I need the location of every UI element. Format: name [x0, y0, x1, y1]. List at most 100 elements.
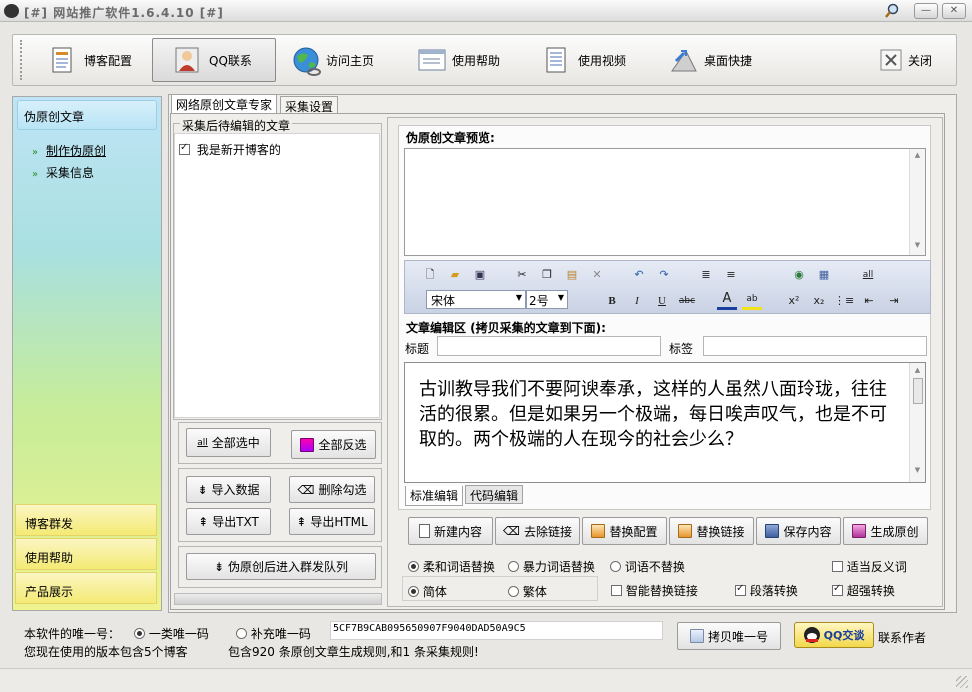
remove-links-button[interactable]: ⌫ 去除链接 [495, 517, 580, 545]
font-select-value: 宋体 [431, 294, 456, 308]
subscript-icon[interactable]: x₂ [809, 292, 829, 310]
justify-icon[interactable]: ≣ [696, 266, 716, 284]
italic-icon[interactable]: I [627, 292, 647, 310]
tags-input[interactable] [703, 336, 927, 356]
save-content-button[interactable]: 保存内容 [756, 517, 841, 545]
paragraph-checkbox[interactable]: 段落转换 [735, 582, 798, 599]
numbered-list-icon[interactable]: ⋮≡ [834, 292, 854, 310]
globe-icon [292, 47, 321, 76]
align-left-icon[interactable]: ≡ [721, 266, 741, 284]
export-txt-button[interactable]: ⇞ 导出TXT [186, 508, 271, 535]
save-icon[interactable]: ▣ [470, 266, 490, 284]
copy-unique-button[interactable]: 拷贝唯一号 [677, 622, 781, 650]
article-checkbox[interactable] [179, 142, 190, 155]
button-label: 导入数据 [211, 483, 260, 497]
toolbar-blog-config-button[interactable]: 博客配置 [42, 38, 144, 82]
no-replace-radio[interactable]: 词语不替换 [610, 558, 685, 575]
size-select[interactable]: 2号 ▼ [526, 290, 568, 309]
button-label: 生成原创 [870, 524, 919, 539]
antonym-checkbox[interactable]: 适当反义词 [832, 558, 907, 575]
copy-icon[interactable]: ❐ [537, 266, 557, 284]
editor-scrollbar[interactable]: ▲ ▼ [909, 363, 925, 482]
title-input[interactable] [437, 336, 661, 356]
toolbar-help-button[interactable]: 使用帮助 [410, 38, 522, 82]
horizontal-scrollbar[interactable] [174, 593, 382, 605]
primary-code-radio[interactable]: 一类唯一码 [134, 625, 209, 642]
tab-code-edit[interactable]: 代码编辑 [465, 485, 524, 504]
article-editor[interactable]: 古训教导我们不要阿谀奉承，这样的人虽然八面玲珑，往往活的很累。但是如果另一个极端… [404, 362, 926, 483]
invert-selection-button[interactable]: 全部反选 [291, 430, 376, 459]
supplement-code-radio[interactable]: 补充唯一码 [236, 625, 311, 642]
radio-indicator [408, 561, 419, 572]
soft-replace-radio[interactable]: 柔和词语替换 [408, 558, 495, 575]
highlight-icon[interactable]: ab [742, 292, 762, 310]
simplified-radio[interactable]: 简体 [408, 583, 447, 600]
sidebar-item-label: 采集信息 [45, 166, 94, 180]
version-info: 您现在使用的版本包含5个博客 [24, 645, 188, 659]
font-color-icon[interactable]: A [717, 292, 737, 310]
button-label: 去除链接 [523, 524, 572, 539]
replace-config-button[interactable]: 替换配置 [582, 517, 667, 545]
redo-icon[interactable]: ↷ [654, 266, 674, 284]
shortcut-icon [670, 47, 697, 73]
toolbar-close-button[interactable]: 关闭 [872, 38, 944, 82]
export-html-button[interactable]: ⇞ 导出HTML [289, 508, 375, 535]
outdent-icon[interactable]: ⇤ [859, 292, 879, 310]
table-icon[interactable]: ▦ [814, 266, 834, 284]
select-all-button[interactable]: all 全部选中 [186, 428, 271, 457]
list-item[interactable]: 我是新开博客的 [179, 141, 281, 158]
import-data-button[interactable]: ⇟ 导入数据 [186, 476, 271, 503]
preview-scrollbar[interactable]: ▲ ▼ [909, 149, 925, 255]
toolbar-visit-homepage-button[interactable]: 访问主页 [284, 38, 396, 82]
unique-code-field[interactable]: 5CF7B9CAB095650907F9040DAD50A9C5 [330, 621, 663, 640]
tab-standard-edit[interactable]: 标准编辑 [405, 486, 464, 506]
indent-icon[interactable]: ⇥ [884, 292, 904, 310]
font-select[interactable]: 宋体 ▼ [426, 290, 526, 309]
new-file-icon[interactable]: 🗋 [420, 266, 440, 284]
bold-icon[interactable]: B [602, 292, 622, 310]
search-icon[interactable] [884, 3, 900, 19]
tab-article-expert[interactable]: 网络原创文章专家 [171, 94, 278, 113]
new-content-button[interactable]: 新建内容 [408, 517, 493, 545]
article-list[interactable] [174, 133, 380, 418]
superscript-icon[interactable]: x² [784, 292, 804, 310]
select-all-icon[interactable]: all [858, 266, 878, 284]
super-convert-checkbox[interactable]: 超强转换 [832, 582, 895, 599]
radio-indicator [134, 628, 145, 639]
traditional-radio[interactable]: 繁体 [508, 583, 547, 600]
undo-icon[interactable]: ↶ [629, 266, 649, 284]
resize-grip-icon[interactable] [956, 676, 968, 688]
replace-links-button[interactable]: 替换链接 [669, 517, 754, 545]
option-label: 简体 [422, 585, 447, 599]
link-icon[interactable]: ◉ [789, 266, 809, 284]
sidebar-item-make-pseudo-original[interactable]: » 制作伪原创 [32, 142, 106, 159]
cut-icon[interactable]: ✂ [512, 266, 532, 284]
tab-collect-settings[interactable]: 采集设置 [280, 96, 339, 114]
option-label: 一类唯一码 [148, 627, 209, 641]
sidebar-item-collect-info[interactable]: » 采集信息 [32, 164, 94, 181]
minimize-button[interactable]: — [914, 3, 938, 19]
violent-replace-radio[interactable]: 暴力词语替换 [508, 558, 595, 575]
generate-original-button[interactable]: 生成原创 [843, 517, 928, 545]
qq-chat-button[interactable]: QQ交谈 [794, 622, 874, 648]
delete-checked-button[interactable]: ⌫ 删除勾选 [289, 476, 375, 503]
toolbar-qq-contact-button[interactable]: QQ联系 [152, 38, 276, 82]
window-title: [#] 网站推广软件1.6.4.10 [#] [24, 6, 224, 20]
smart-link-checkbox[interactable]: 智能替换链接 [611, 582, 698, 599]
underline-icon[interactable]: U [652, 292, 672, 310]
strikethrough-icon[interactable]: abc [677, 292, 697, 310]
preview-box[interactable] [404, 148, 926, 256]
sidebar-item-help[interactable]: 使用帮助 [15, 538, 157, 570]
sidebar-item-blog-broadcast[interactable]: 博客群发 [15, 504, 157, 536]
sidebar-item-products[interactable]: 产品展示 [15, 572, 157, 604]
queue-button[interactable]: ⇟ 伪原创后进入群发队列 [186, 553, 376, 580]
paste-icon[interactable]: ▤ [562, 266, 582, 284]
option-label: 段落转换 [749, 584, 798, 598]
title-label: 标题 [405, 342, 430, 356]
window-close-button[interactable]: ✕ [942, 3, 966, 19]
open-folder-icon[interactable]: ▰ [445, 266, 465, 284]
delete-icon[interactable]: ✕ [587, 266, 607, 284]
radio-indicator [508, 586, 519, 597]
toolbar-video-button[interactable]: 使用视频 [536, 38, 648, 82]
toolbar-desktop-shortcut-button[interactable]: 桌面快捷 [662, 38, 774, 82]
